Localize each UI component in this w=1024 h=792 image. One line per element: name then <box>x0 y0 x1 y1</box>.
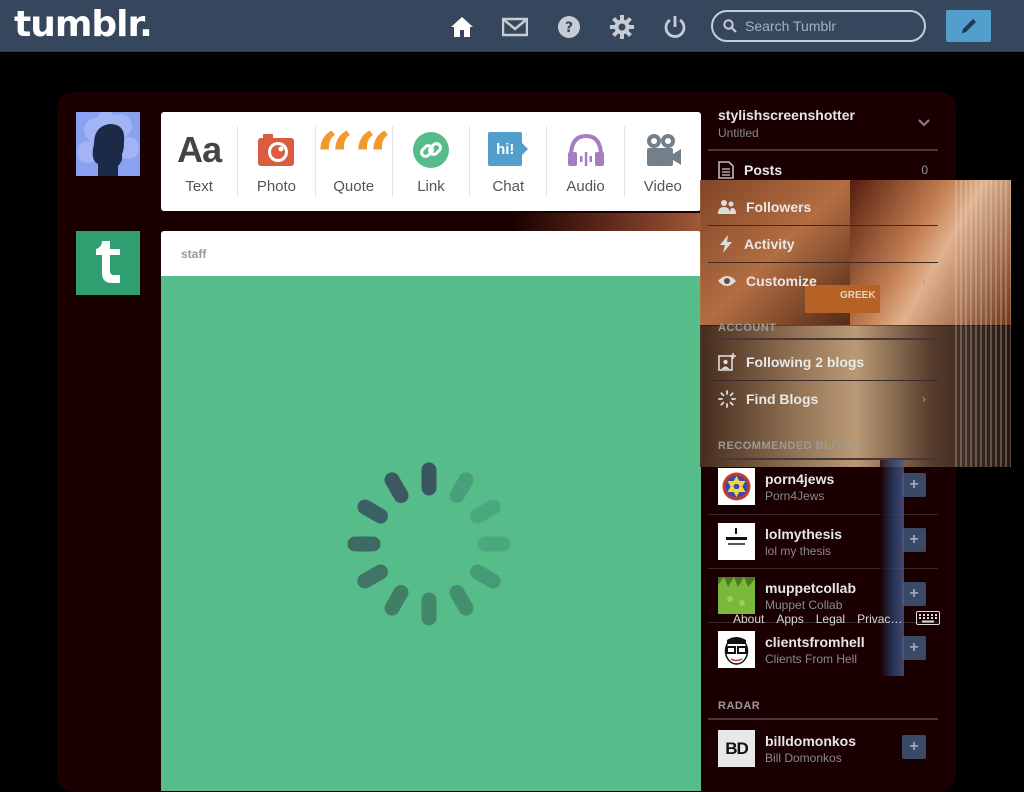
blog-avatar <box>718 577 755 614</box>
search-icon <box>723 19 737 33</box>
footer-links: About Apps Legal Privac… <box>733 612 914 626</box>
blog-name: clientsfromhell <box>765 634 865 650</box>
lightning-icon <box>720 235 732 253</box>
post-type-text[interactable]: Aa Text <box>161 126 239 197</box>
post-type-label: Quote <box>333 178 375 195</box>
sidebar-item-activity[interactable]: Activity <box>708 225 938 262</box>
sidebar-item-find-blogs[interactable]: Find Blogs › <box>708 380 938 417</box>
sidebar-item-label: Following 2 blogs <box>746 353 865 370</box>
blog-name: muppetcollab <box>765 580 857 596</box>
post-type-audio[interactable]: Audio <box>547 126 625 197</box>
sidebar-item-label: Customize <box>746 273 817 289</box>
svg-text:?: ? <box>565 20 573 36</box>
blog-title: Clients From Hell <box>765 652 858 666</box>
blog-switcher[interactable]: stylishscreenshotter Untitled <box>718 107 938 140</box>
staff-avatar[interactable] <box>76 231 140 295</box>
footer-link-legal[interactable]: Legal <box>816 612 845 626</box>
search-input[interactable] <box>745 18 915 34</box>
quote-icon: ““ <box>315 118 392 196</box>
following-icon <box>718 352 736 371</box>
pencil-icon <box>961 19 976 33</box>
post-type-label: Text <box>185 178 213 195</box>
sidebar-item-label: Posts <box>744 161 783 178</box>
camera-icon <box>257 130 295 170</box>
blog-name: billdomonkos <box>765 733 856 749</box>
user-avatar[interactable] <box>76 112 140 176</box>
eye-icon <box>718 276 736 286</box>
tumblr-logo[interactable]: tumblr. <box>14 4 153 45</box>
section-heading-account: ACCOUNT <box>718 322 777 334</box>
blog-title: Bill Domonkos <box>765 751 842 765</box>
footer-link-about[interactable]: About <box>733 612 764 626</box>
compass-icon <box>718 390 736 408</box>
compose-button[interactable] <box>946 10 991 42</box>
chevron-down-icon <box>918 119 930 127</box>
sidebar-item-label: Followers <box>746 198 812 215</box>
footer-link-apps[interactable]: Apps <box>776 612 803 626</box>
keyboard-icon[interactable] <box>916 611 940 625</box>
blog-avatar <box>718 523 755 560</box>
settings-icon[interactable] <box>609 14 635 40</box>
logout-icon[interactable] <box>662 14 688 40</box>
blog-avatar <box>718 468 755 505</box>
post-type-quote[interactable]: ““ Quote <box>315 118 393 197</box>
chat-icon: hi! <box>488 130 529 170</box>
post-author[interactable]: staff <box>161 231 701 276</box>
blog-title: lol my thesis <box>765 544 832 558</box>
sidebar-item-label: Find Blogs <box>746 391 819 407</box>
sidebar-item-following[interactable]: Following 2 blogs <box>708 343 938 380</box>
post-content <box>161 276 701 791</box>
sidebar-item-label: Activity <box>744 236 795 252</box>
glitch-overlay <box>511 213 701 233</box>
divider <box>708 718 938 720</box>
chevron-right-icon: › <box>922 392 926 406</box>
inbox-icon[interactable] <box>502 14 528 40</box>
top-navigation-bar: tumblr. ? <box>0 0 1024 52</box>
chevron-right-icon: › <box>922 274 926 288</box>
post-type-label: Chat <box>492 178 525 195</box>
post-type-chat[interactable]: hi! Chat <box>470 126 548 197</box>
post-type-label: Audio <box>566 178 605 195</box>
post-type-link[interactable]: Link <box>393 126 471 197</box>
text-icon: Aa <box>177 129 222 170</box>
footer-link-privacy[interactable]: Privac… <box>857 612 902 626</box>
post-type-selector: Aa Text Photo ““ Quote Link hi! Chat Aud… <box>161 112 701 211</box>
home-icon[interactable] <box>449 14 475 40</box>
post-type-label: Link <box>417 178 445 195</box>
sidebar-item-customize[interactable]: Customize › <box>708 262 938 299</box>
follow-button[interactable]: + <box>902 528 926 552</box>
document-icon <box>718 160 734 179</box>
search-box[interactable] <box>711 10 926 42</box>
headphones-icon <box>566 130 606 170</box>
section-heading-recommended: RECOMMENDED BLOGS <box>718 440 858 452</box>
follow-button[interactable]: + <box>902 582 926 606</box>
glitch-overlay <box>880 460 904 676</box>
sidebar-item-followers[interactable]: Followers <box>708 188 938 225</box>
blog-avatar: BD <box>718 730 755 767</box>
link-icon <box>412 130 450 170</box>
section-heading-radar: RADAR <box>718 700 761 712</box>
blog-title: Porn4Jews <box>765 489 825 503</box>
blog-title: Untitled <box>718 126 759 140</box>
blog-name: lolmythesis <box>765 526 843 542</box>
loading-spinner-icon <box>347 462 511 626</box>
radar-blog[interactable]: BD billdomonkos Bill Domonkos + <box>708 722 938 768</box>
blog-name: stylishscreenshotter <box>718 107 855 123</box>
follow-button[interactable]: + <box>902 735 926 759</box>
blog-avatar <box>718 631 755 668</box>
help-icon[interactable]: ? <box>556 14 582 40</box>
divider <box>708 338 938 340</box>
post-type-label: Photo <box>256 178 297 195</box>
follow-button[interactable]: + <box>902 636 926 660</box>
people-icon <box>718 199 736 214</box>
post-type-photo[interactable]: Photo <box>238 126 316 197</box>
post-type-label: Video <box>643 178 682 195</box>
video-camera-icon <box>644 130 682 170</box>
post-card: staff <box>161 231 701 791</box>
blog-title: Muppet Collab <box>765 598 843 612</box>
posts-count: 0 <box>921 162 928 177</box>
blog-name: porn4jews <box>765 471 835 487</box>
post-type-video[interactable]: Video <box>625 126 701 197</box>
follow-button[interactable]: + <box>902 473 926 497</box>
